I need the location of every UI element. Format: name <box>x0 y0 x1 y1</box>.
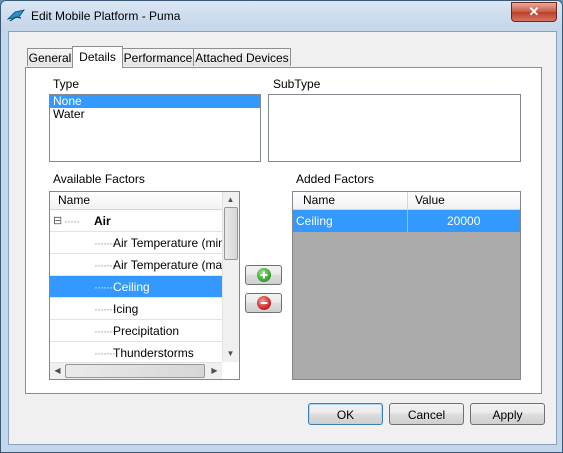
tree-item-label: Precipitation <box>113 324 180 338</box>
tree-connector: ······· <box>94 346 116 360</box>
dialog-body: General Details Performance Attached Dev… <box>8 31 557 445</box>
tree-item-label: Ceiling <box>113 280 150 294</box>
tree-item-label: Thunderstorms <box>113 346 194 360</box>
tree-item[interactable]: ······· Thunderstorms <box>50 342 222 364</box>
vertical-scrollbar[interactable]: ▲ ▼ <box>222 192 239 362</box>
tab-attached-devices[interactable]: Attached Devices <box>193 48 291 66</box>
name-column-header[interactable]: Name <box>50 192 222 210</box>
tree-connector: ······· <box>94 324 116 338</box>
title-bar: Edit Mobile Platform - Puma ✕ <box>1 1 562 31</box>
scroll-right-icon[interactable]: ▶ <box>207 363 222 378</box>
tree-item[interactable]: ······· Air Temperature (max) <box>50 254 232 276</box>
details-panel: Type None Water SubType Available Factor… <box>25 67 542 394</box>
table-row[interactable]: Ceiling 20000 <box>293 210 520 232</box>
apply-button[interactable]: Apply <box>470 403 545 425</box>
scroll-down-icon[interactable]: ▼ <box>223 346 238 361</box>
tree-connector: ······· <box>94 280 116 294</box>
tree-connector: ······· <box>94 302 116 316</box>
group-label: Air <box>94 214 111 228</box>
available-factors-label: Available Factors <box>53 172 145 186</box>
scroll-thumb[interactable] <box>224 207 238 260</box>
type-listbox[interactable]: None Water <box>49 94 261 162</box>
window-title: Edit Mobile Platform - Puma <box>31 9 181 23</box>
tree-item-label: Air Temperature (min) <box>113 236 229 250</box>
added-factors-grid[interactable]: Name Value Ceiling 20000 <box>292 191 521 380</box>
scroll-up-icon[interactable]: ▲ <box>223 192 238 207</box>
tree-group-air[interactable]: ⊟ ····· Air <box>50 210 222 232</box>
horizontal-scrollbar[interactable]: ◀ ▶ <box>50 362 222 379</box>
subtype-listbox[interactable] <box>268 94 521 162</box>
close-button[interactable]: ✕ <box>511 2 557 22</box>
tree-connector: ······· <box>94 258 116 272</box>
remove-factor-button[interactable] <box>245 293 282 313</box>
dialog-window: Edit Mobile Platform - Puma ✕ General De… <box>0 0 563 453</box>
name-column-header[interactable]: Name <box>303 192 335 209</box>
ok-button[interactable]: OK <box>308 403 383 425</box>
value-column-header[interactable]: Value <box>415 192 445 209</box>
tab-performance[interactable]: Performance <box>122 48 194 66</box>
app-icon <box>7 9 25 22</box>
scroll-left-icon[interactable]: ◀ <box>50 363 65 378</box>
remove-icon <box>257 296 271 310</box>
tree-connector: ······· <box>94 236 116 250</box>
tree-item[interactable]: ······· Ceiling <box>50 276 222 298</box>
tree-item[interactable]: ······· Precipitation <box>50 320 222 342</box>
tree-item-label: Air Temperature (max) <box>113 258 233 272</box>
collapse-icon[interactable]: ⊟ <box>53 210 62 232</box>
subtype-label: SubType <box>273 77 321 91</box>
type-label: Type <box>53 77 80 91</box>
add-factor-button[interactable] <box>245 265 282 285</box>
factor-name-cell[interactable]: Ceiling <box>296 210 333 232</box>
tab-details[interactable]: Details <box>72 46 123 68</box>
tab-general[interactable]: General <box>27 48 73 66</box>
added-factors-label: Added Factors <box>296 172 375 186</box>
type-option[interactable]: Water <box>50 108 260 121</box>
add-icon <box>257 268 271 282</box>
name-column-label: Name <box>58 193 91 207</box>
tree-item-label: Icing <box>113 302 139 316</box>
factor-value-cell[interactable]: 20000 <box>447 210 480 232</box>
added-factors-header: Name Value <box>293 192 520 210</box>
available-factors-tree[interactable]: Name ⊟ ····· Air ······· Air Temperature … <box>49 191 240 380</box>
tree-item[interactable]: ······· Air Temperature (min) <box>50 232 229 254</box>
tree-item[interactable]: ······· Icing <box>50 298 222 320</box>
scroll-thumb-horizontal[interactable] <box>65 364 205 378</box>
cancel-button[interactable]: Cancel <box>389 403 464 425</box>
